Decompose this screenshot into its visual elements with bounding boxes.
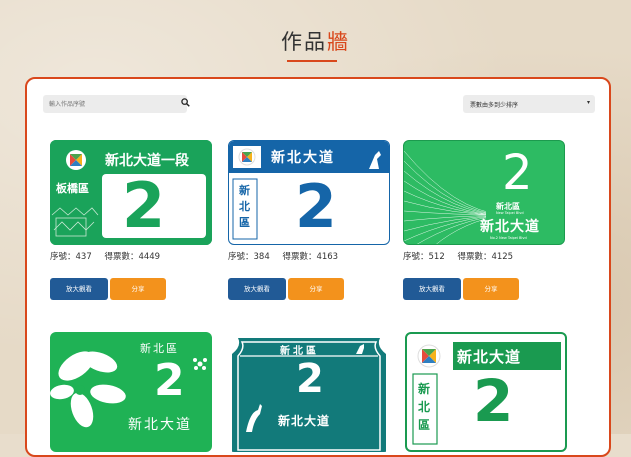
plate-number-text: 2 xyxy=(154,355,185,406)
district-char: 北 xyxy=(239,200,250,213)
plate-image[interactable]: 新北大道 新 北 區 2 xyxy=(405,332,567,452)
share-button[interactable]: 分享 xyxy=(288,278,344,300)
card-votes: 得票數：4163 xyxy=(282,252,339,262)
plate-road-text: 新北大道 xyxy=(128,417,192,433)
plate-road-text: 新北大道 xyxy=(271,150,335,166)
plate-district-text: 板橋區 xyxy=(56,182,89,195)
title-underline xyxy=(287,60,337,62)
card-meta: 序號：384 得票數：4163 xyxy=(228,250,348,262)
district-char: 區 xyxy=(418,418,431,432)
zoom-view-button[interactable]: 放大觀看 xyxy=(50,278,108,300)
search-input[interactable] xyxy=(43,95,187,113)
zoom-view-button[interactable]: 放大觀看 xyxy=(228,278,286,300)
logo-icon xyxy=(233,146,261,168)
card-serial: 序號：384 xyxy=(228,252,270,262)
plate-number-text: 2 xyxy=(296,356,324,402)
plate-image[interactable]: 新北區 2 新北大道 xyxy=(50,332,212,452)
plate-number-text: 2 xyxy=(473,367,514,435)
page-title-main: 作品 xyxy=(281,30,327,54)
district-char: 新 xyxy=(418,382,431,396)
card-votes: 得票數：4449 xyxy=(104,252,161,262)
plate-english2-text: No.2 New Taipei Blvd xyxy=(490,236,527,240)
gallery-panel: 票數由多到少排序 ▾ xyxy=(25,77,611,457)
district-char: 北 xyxy=(418,400,431,414)
plate-image[interactable]: 新北大道一段 板橋區 2 xyxy=(50,140,212,245)
page-title: 作品牆 xyxy=(0,26,631,56)
plate-image[interactable]: 2 新北區 New Taipei Blvd 新北大道 No.2 New Taip… xyxy=(403,140,565,245)
plate-image[interactable]: 新北區 2 新北大道 xyxy=(228,332,390,452)
search-icon[interactable] xyxy=(181,98,190,107)
plate-english-text: New Taipei Blvd xyxy=(496,211,524,215)
plate-road-text: 新北大道一段 xyxy=(105,153,189,169)
district-char: 新 xyxy=(239,184,250,197)
card-serial: 序號：437 xyxy=(50,252,92,262)
chevron-down-icon: ▾ xyxy=(586,99,590,106)
share-button[interactable]: 分享 xyxy=(463,278,519,300)
plate-district-vertical: 新 北 區 xyxy=(418,380,434,434)
card-meta: 序號：512 得票數：4125 xyxy=(403,250,523,262)
sort-selected-value: 票數由多到少排序 xyxy=(470,102,519,109)
card-votes: 得票數：4125 xyxy=(457,252,514,262)
sort-select[interactable]: 票數由多到少排序 ▾ xyxy=(463,95,595,113)
plate-number-text: 2 xyxy=(295,172,337,242)
logo-icon xyxy=(66,150,86,170)
plate-district-vertical: 新 北 區 xyxy=(239,183,253,231)
plate-road-text: 新北大道 xyxy=(457,348,522,366)
card-meta: 序號：437 得票數：4449 xyxy=(50,250,170,262)
plate-number-text: 2 xyxy=(502,145,533,201)
plate-image[interactable]: 新北大道 新 北 區 2 xyxy=(228,140,390,245)
card-serial: 序號：512 xyxy=(403,252,445,262)
plate-road-text: 新北大道 xyxy=(480,219,540,235)
logo-icon xyxy=(417,344,441,368)
plate-road-text: 新北大道 xyxy=(278,414,331,428)
plate-number-text: 2 xyxy=(122,169,166,242)
district-char: 區 xyxy=(239,216,250,229)
share-button[interactable]: 分享 xyxy=(110,278,166,300)
page-title-accent: 牆 xyxy=(327,30,350,54)
zoom-view-button[interactable]: 放大觀看 xyxy=(403,278,461,300)
